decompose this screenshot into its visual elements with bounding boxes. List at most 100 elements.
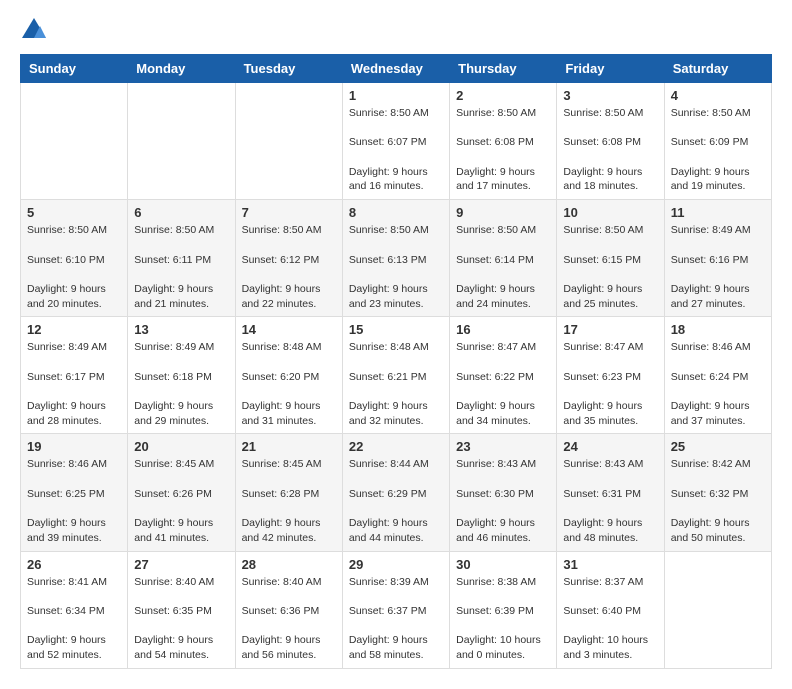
page: SundayMondayTuesdayWednesdayThursdayFrid… xyxy=(0,0,792,689)
day-number: 15 xyxy=(349,322,443,337)
day-info: Sunrise: 8:45 AM Sunset: 6:28 PM Dayligh… xyxy=(242,457,336,545)
day-cell-10: 10 Sunrise: 8:50 AM Sunset: 6:15 PM Dayli… xyxy=(557,200,664,317)
day-number: 26 xyxy=(27,557,121,572)
day-info: Sunrise: 8:43 AM Sunset: 6:30 PM Dayligh… xyxy=(456,457,550,545)
calendar-week-3: 12 Sunrise: 8:49 AM Sunset: 6:17 PM Dayli… xyxy=(21,317,772,434)
day-number: 25 xyxy=(671,439,765,454)
day-info: Sunrise: 8:49 AM Sunset: 6:18 PM Dayligh… xyxy=(134,340,228,428)
day-info: Sunrise: 8:40 AM Sunset: 6:36 PM Dayligh… xyxy=(242,575,336,663)
day-cell-17: 17Sunrise: 8:47 AM Sunset: 6:23 PM Dayli… xyxy=(557,317,664,434)
day-info: Sunrise: 8:50 AM Sunset: 6:08 PM Dayligh… xyxy=(563,106,657,194)
day-number: 13 xyxy=(134,322,228,337)
day-number: 23 xyxy=(456,439,550,454)
day-of-week-thursday: Thursday xyxy=(450,55,557,83)
day-info: Sunrise: 8:47 AM Sunset: 6:22 PM Dayligh… xyxy=(456,340,550,428)
day-cell-5: 5Sunrise: 8:50 AM Sunset: 6:10 PM Daylig… xyxy=(21,200,128,317)
day-number: 9 xyxy=(456,205,550,220)
day-info: Sunrise: 8:49 AM Sunset: 6:16 PM Dayligh… xyxy=(671,223,765,311)
empty-cell xyxy=(235,83,342,200)
day-info: Sunrise: 8:45 AM Sunset: 6:26 PM Dayligh… xyxy=(134,457,228,545)
day-number: 18 xyxy=(671,322,765,337)
day-info: Sunrise: 8:47 AM Sunset: 6:23 PM Dayligh… xyxy=(563,340,657,428)
day-number: 4 xyxy=(671,88,765,103)
day-number: 8 xyxy=(349,205,443,220)
day-info: Sunrise: 8:50 AM Sunset: 6:11 PM Dayligh… xyxy=(134,223,228,311)
day-number: 19 xyxy=(27,439,121,454)
day-cell-15: 15 Sunrise: 8:48 AM Sunset: 6:21 PM Dayli… xyxy=(342,317,449,434)
day-number: 6 xyxy=(134,205,228,220)
empty-cell xyxy=(664,551,771,668)
day-number: 11 xyxy=(671,205,765,220)
empty-cell xyxy=(21,83,128,200)
day-info: Sunrise: 8:39 AM Sunset: 6:37 PM Dayligh… xyxy=(349,575,443,663)
day-number: 12 xyxy=(27,322,121,337)
day-number: 24 xyxy=(563,439,657,454)
day-number: 3 xyxy=(563,88,657,103)
logo-icon xyxy=(20,16,48,44)
day-number: 29 xyxy=(349,557,443,572)
day-cell-31: 31Sunrise: 8:37 AM Sunset: 6:40 PM Dayli… xyxy=(557,551,664,668)
day-info: Sunrise: 8:41 AM Sunset: 6:34 PM Dayligh… xyxy=(27,575,121,663)
day-cell-9: 9 Sunrise: 8:50 AM Sunset: 6:14 PM Daylig… xyxy=(450,200,557,317)
day-cell-2: 2 Sunrise: 8:50 AM Sunset: 6:08 PM Daylig… xyxy=(450,83,557,200)
day-number: 14 xyxy=(242,322,336,337)
day-info: Sunrise: 8:46 AM Sunset: 6:24 PM Dayligh… xyxy=(671,340,765,428)
calendar-week-2: 5Sunrise: 8:50 AM Sunset: 6:10 PM Daylig… xyxy=(21,200,772,317)
calendar-week-5: 26 Sunrise: 8:41 AM Sunset: 6:34 PM Dayli… xyxy=(21,551,772,668)
day-cell-18: 18 Sunrise: 8:46 AM Sunset: 6:24 PM Dayli… xyxy=(664,317,771,434)
day-info: Sunrise: 8:43 AM Sunset: 6:31 PM Dayligh… xyxy=(563,457,657,545)
day-cell-28: 28 Sunrise: 8:40 AM Sunset: 6:36 PM Dayli… xyxy=(235,551,342,668)
day-number: 5 xyxy=(27,205,121,220)
day-number: 16 xyxy=(456,322,550,337)
calendar-week-1: 1Sunrise: 8:50 AM Sunset: 6:07 PM Daylig… xyxy=(21,83,772,200)
day-of-week-saturday: Saturday xyxy=(664,55,771,83)
day-cell-22: 22 Sunrise: 8:44 AM Sunset: 6:29 PM Dayli… xyxy=(342,434,449,551)
day-info: Sunrise: 8:49 AM Sunset: 6:17 PM Dayligh… xyxy=(27,340,121,428)
logo xyxy=(20,16,52,44)
day-cell-3: 3 Sunrise: 8:50 AM Sunset: 6:08 PM Daylig… xyxy=(557,83,664,200)
day-number: 27 xyxy=(134,557,228,572)
day-cell-30: 30Sunrise: 8:38 AM Sunset: 6:39 PM Dayli… xyxy=(450,551,557,668)
day-of-week-tuesday: Tuesday xyxy=(235,55,342,83)
empty-cell xyxy=(128,83,235,200)
header-row: SundayMondayTuesdayWednesdayThursdayFrid… xyxy=(21,55,772,83)
calendar-body: 1Sunrise: 8:50 AM Sunset: 6:07 PM Daylig… xyxy=(21,83,772,669)
day-cell-25: 25Sunrise: 8:42 AM Sunset: 6:32 PM Dayli… xyxy=(664,434,771,551)
day-info: Sunrise: 8:48 AM Sunset: 6:21 PM Dayligh… xyxy=(349,340,443,428)
day-info: Sunrise: 8:50 AM Sunset: 6:14 PM Dayligh… xyxy=(456,223,550,311)
day-cell-12: 12 Sunrise: 8:49 AM Sunset: 6:17 PM Dayli… xyxy=(21,317,128,434)
day-cell-23: 23 Sunrise: 8:43 AM Sunset: 6:30 PM Dayli… xyxy=(450,434,557,551)
day-info: Sunrise: 8:40 AM Sunset: 6:35 PM Dayligh… xyxy=(134,575,228,663)
day-cell-6: 6 Sunrise: 8:50 AM Sunset: 6:11 PM Daylig… xyxy=(128,200,235,317)
day-cell-16: 16 Sunrise: 8:47 AM Sunset: 6:22 PM Dayli… xyxy=(450,317,557,434)
header xyxy=(20,16,772,44)
day-info: Sunrise: 8:50 AM Sunset: 6:09 PM Dayligh… xyxy=(671,106,765,194)
day-cell-1: 1Sunrise: 8:50 AM Sunset: 6:07 PM Daylig… xyxy=(342,83,449,200)
day-info: Sunrise: 8:38 AM Sunset: 6:39 PM Dayligh… xyxy=(456,575,550,663)
day-info: Sunrise: 8:50 AM Sunset: 6:15 PM Dayligh… xyxy=(563,223,657,311)
day-info: Sunrise: 8:48 AM Sunset: 6:20 PM Dayligh… xyxy=(242,340,336,428)
day-cell-24: 24 Sunrise: 8:43 AM Sunset: 6:31 PM Dayli… xyxy=(557,434,664,551)
calendar-table: SundayMondayTuesdayWednesdayThursdayFrid… xyxy=(20,54,772,669)
day-of-week-sunday: Sunday xyxy=(21,55,128,83)
day-number: 22 xyxy=(349,439,443,454)
day-of-week-friday: Friday xyxy=(557,55,664,83)
day-cell-19: 19 Sunrise: 8:46 AM Sunset: 6:25 PM Dayli… xyxy=(21,434,128,551)
day-of-week-wednesday: Wednesday xyxy=(342,55,449,83)
day-cell-4: 4 Sunrise: 8:50 AM Sunset: 6:09 PM Daylig… xyxy=(664,83,771,200)
day-cell-20: 20 Sunrise: 8:45 AM Sunset: 6:26 PM Dayli… xyxy=(128,434,235,551)
day-info: Sunrise: 8:37 AM Sunset: 6:40 PM Dayligh… xyxy=(563,575,657,663)
day-cell-11: 11 Sunrise: 8:49 AM Sunset: 6:16 PM Dayli… xyxy=(664,200,771,317)
day-cell-14: 14 Sunrise: 8:48 AM Sunset: 6:20 PM Dayli… xyxy=(235,317,342,434)
day-info: Sunrise: 8:44 AM Sunset: 6:29 PM Dayligh… xyxy=(349,457,443,545)
day-number: 10 xyxy=(563,205,657,220)
day-number: 20 xyxy=(134,439,228,454)
day-number: 2 xyxy=(456,88,550,103)
day-cell-27: 27 Sunrise: 8:40 AM Sunset: 6:35 PM Dayli… xyxy=(128,551,235,668)
day-number: 28 xyxy=(242,557,336,572)
day-info: Sunrise: 8:46 AM Sunset: 6:25 PM Dayligh… xyxy=(27,457,121,545)
day-cell-21: 21 Sunrise: 8:45 AM Sunset: 6:28 PM Dayli… xyxy=(235,434,342,551)
day-number: 21 xyxy=(242,439,336,454)
day-cell-8: 8Sunrise: 8:50 AM Sunset: 6:13 PM Daylig… xyxy=(342,200,449,317)
day-info: Sunrise: 8:50 AM Sunset: 6:08 PM Dayligh… xyxy=(456,106,550,194)
